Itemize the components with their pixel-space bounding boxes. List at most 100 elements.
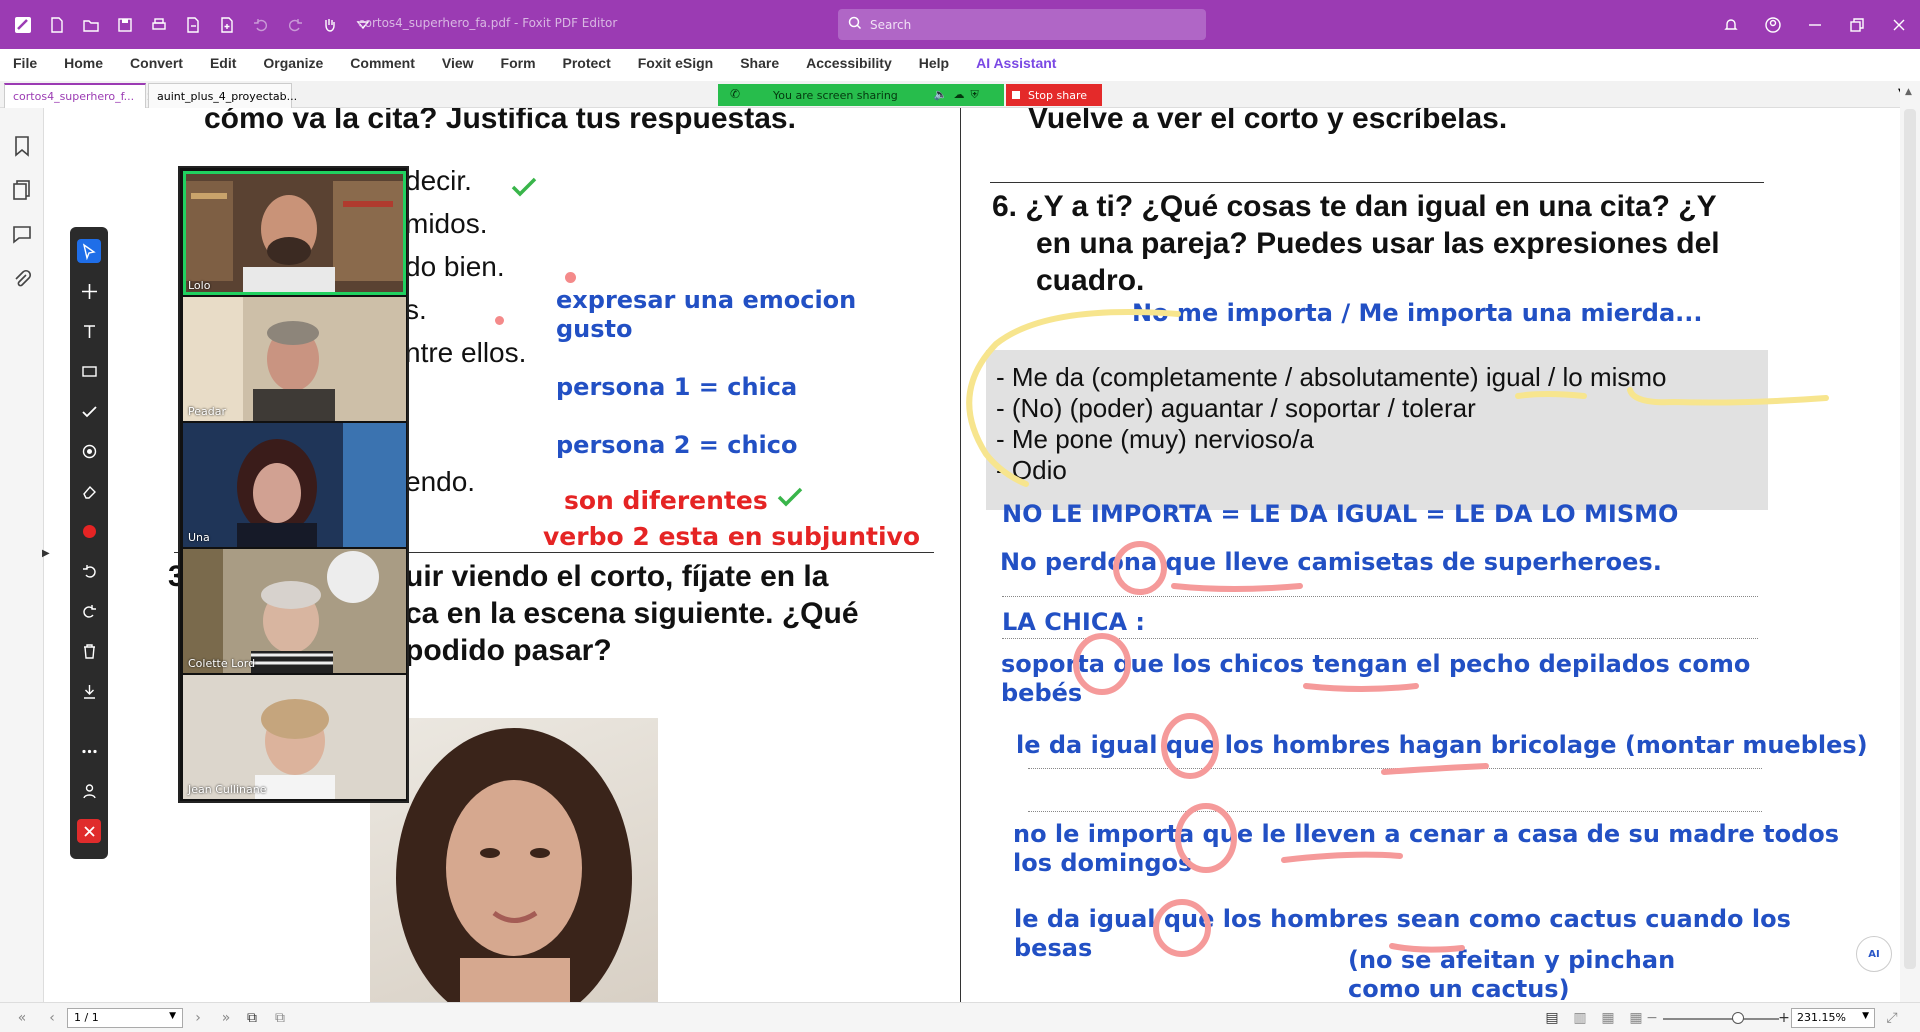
bookmark-icon[interactable] [10,134,34,158]
attachment-icon[interactable] [10,268,34,292]
cloud-icon[interactable]: ☁ [953,88,964,102]
eraser-icon[interactable] [77,479,101,503]
participant-video [183,297,406,421]
zoom-out-icon[interactable]: − [1644,1010,1660,1026]
video-tile-peadar[interactable]: Peadar [183,297,406,421]
download-icon[interactable] [77,679,101,703]
video-tile-jean-cullinane[interactable]: Jean Cullinane [183,675,406,799]
hand-tool-icon[interactable] [318,14,340,36]
close-window-icon[interactable] [1888,14,1910,36]
rectangle-tool-icon[interactable] [77,359,101,383]
previous-page-icon[interactable]: ‹ [44,1010,60,1026]
check-tool-icon[interactable] [77,399,101,423]
redo-icon[interactable] [284,14,306,36]
more-options-icon[interactable] [77,739,101,763]
participant-name: Colette Lord [188,657,256,670]
menu-organize[interactable]: Organize [263,55,323,71]
zoom-slider-handle[interactable] [1732,1012,1744,1024]
first-page-icon[interactable]: « [14,1010,30,1026]
next-page-icon[interactable]: › [190,1010,206,1026]
speaker-icon[interactable]: 🔈 [934,88,948,102]
screen-share-message: You are screen sharing [773,88,898,102]
menu-share[interactable]: Share [740,55,779,71]
expand-panel-icon[interactable]: ▶ [42,548,50,559]
zoom-level-select[interactable]: 231.15% ▼ [1791,1008,1875,1028]
trash-icon[interactable] [77,639,101,663]
menu-help[interactable]: Help [919,55,949,71]
continuous-facing-view-icon[interactable]: ▦ [1628,1010,1644,1026]
scrollbar-thumb[interactable] [1904,109,1916,969]
video-tile-una[interactable]: Una [183,423,406,547]
account-icon[interactable] [1762,14,1784,36]
pages-icon[interactable] [10,178,34,202]
quick-access-toolbar [12,0,386,49]
participant-name: Jean Cullinane [188,783,267,796]
comments-icon[interactable] [10,222,34,246]
stop-share-label: Stop share [1028,88,1087,102]
export-icon[interactable] [182,14,204,36]
menu-protect[interactable]: Protect [563,55,611,71]
window-controls [1710,0,1920,49]
undo-icon[interactable] [250,14,272,36]
participant-video [183,171,406,295]
search-box[interactable] [838,9,1206,40]
zoom-slider[interactable] [1663,1018,1779,1020]
participant-settings-icon[interactable] [77,779,101,803]
close-palette-icon[interactable] [77,819,101,843]
menu-foxit-esign[interactable]: Foxit eSign [638,55,713,71]
single-page-view-icon[interactable]: ▤ [1544,1010,1560,1026]
menu-home[interactable]: Home [64,55,103,71]
notification-bell-icon[interactable] [1720,14,1742,36]
zoom-level: 231.15% [1797,1011,1846,1024]
page-number-select[interactable]: 1 / 1 ▼ [67,1008,183,1028]
ai-assistant-float-icon[interactable]: AI [1856,936,1892,972]
foxit-logo-icon [12,14,34,36]
open-folder-icon[interactable] [80,14,102,36]
fullscreen-icon[interactable]: ⤢ [1884,1010,1900,1026]
copy-view-icon[interactable]: ⧉ [244,1010,260,1026]
participant-video [183,549,406,673]
text-tool-icon[interactable] [77,319,101,343]
video-tile-colette-lord[interactable]: Colette Lord [183,549,406,673]
move-icon[interactable] [77,279,101,303]
search-input[interactable] [870,17,1170,32]
menu-comment[interactable]: Comment [350,55,415,71]
split-view-icon[interactable]: ⧉ [272,1010,288,1026]
zoom-in-icon[interactable]: + [1776,1010,1792,1026]
minimize-icon[interactable] [1804,14,1826,36]
menu-ai-assistant[interactable]: AI Assistant [976,55,1056,71]
stamp-icon[interactable] [77,439,101,463]
menu-edit[interactable]: Edit [210,55,236,71]
phone-icon: ✆ [730,87,741,101]
scroll-up-icon[interactable]: ▲ [1905,87,1912,97]
document-title: cortos4_superhero_fa.pdf - Foxit PDF Edi… [358,16,618,30]
shield-icon[interactable]: ⛨ [970,88,978,102]
print-icon[interactable] [148,14,170,36]
participant-name: Lolo [188,279,211,292]
menu-file[interactable]: File [13,55,37,71]
menu-accessibility[interactable]: Accessibility [806,55,892,71]
video-tile-lolo[interactable]: Lolo [183,171,406,295]
select-arrow-icon[interactable] [77,239,101,263]
menu-view[interactable]: View [442,55,474,71]
tab-auint-plus[interactable]: auint_plus_4_proyectab... [148,83,297,108]
facing-view-icon[interactable]: ▦ [1600,1010,1616,1026]
participant-video [183,675,406,799]
color-picker-icon[interactable] [77,519,101,543]
annotation-tool-palette [70,227,108,859]
menu-bar: File Home Convert Edit Organize Comment … [0,49,1920,77]
menu-convert[interactable]: Convert [130,55,183,71]
continuous-view-icon[interactable]: ▥ [1572,1010,1588,1026]
vertical-scrollbar[interactable]: ▲ [1900,81,1920,1002]
new-file-icon[interactable] [46,14,68,36]
menu-form[interactable]: Form [501,55,536,71]
create-icon[interactable] [216,14,238,36]
save-icon[interactable] [114,14,136,36]
tab-label: cortos4_superhero_f... [13,90,135,103]
last-page-icon[interactable]: » [218,1010,234,1026]
undo-annotation-icon[interactable] [77,559,101,583]
tab-cortos4[interactable]: cortos4_superhero_f... ✕ [4,83,156,108]
restore-icon[interactable] [1846,14,1868,36]
redo-annotation-icon[interactable] [77,599,101,623]
stop-share-button[interactable]: Stop share [1006,84,1102,106]
